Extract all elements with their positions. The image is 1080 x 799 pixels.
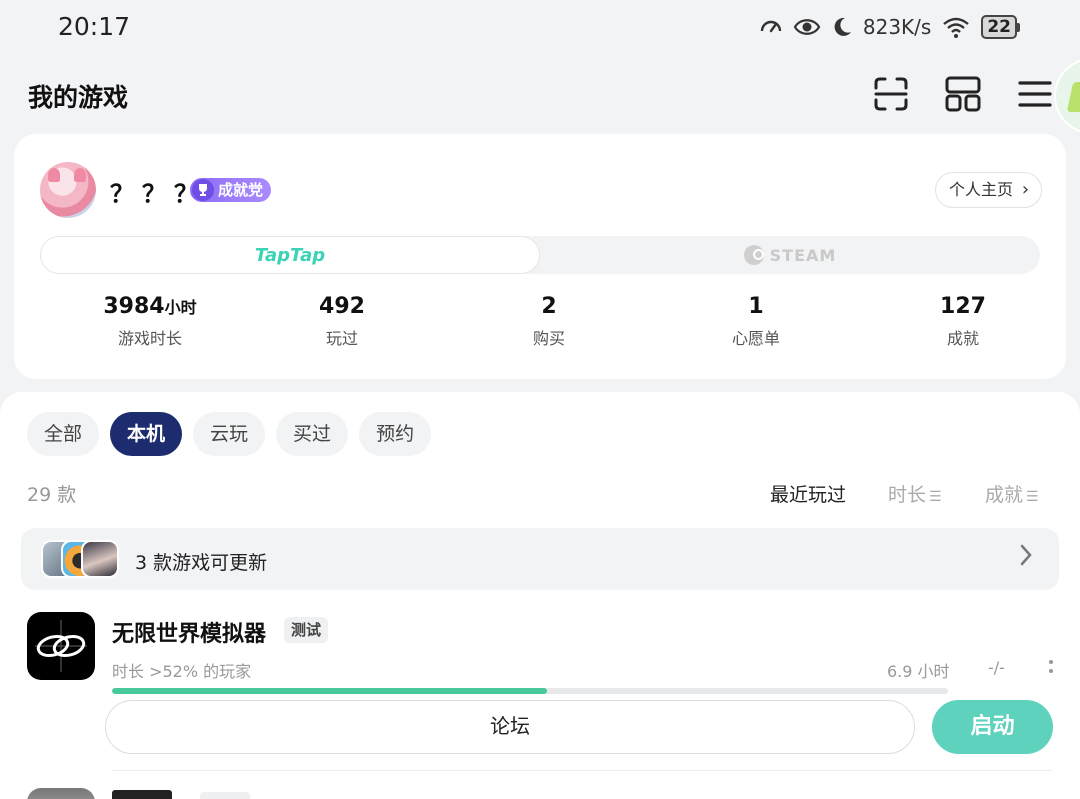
forum-button[interactable]: 论坛 — [105, 700, 915, 754]
taptap-logo: TapTap — [254, 244, 326, 266]
game-subtitle: 时长 >52% 的玩家 — [112, 662, 252, 681]
tab-steam[interactable]: STEAM — [540, 236, 1040, 274]
stat-purchased[interactable]: 2 购买 — [469, 294, 629, 349]
steam-logo: STEAM — [769, 245, 837, 265]
game-tag-partial — [200, 792, 250, 799]
homepage-button[interactable]: 个人主页 › — [935, 172, 1043, 208]
stat-label: 游戏时长 — [117, 329, 182, 348]
game-thumb — [81, 540, 119, 578]
floating-avatar[interactable] — [1054, 58, 1080, 134]
filter-reserved[interactable]: 预约 — [359, 412, 432, 456]
moon-icon — [831, 16, 853, 38]
stat-achievements[interactable]: 127 成就 — [883, 294, 1043, 349]
achievement-badge[interactable]: 成就党 — [190, 178, 272, 202]
stat-played[interactable]: 492 玩过 — [262, 294, 422, 349]
filter-cloud[interactable]: 云玩 — [193, 412, 266, 456]
game-title[interactable]: 无限世界模拟器 — [112, 616, 266, 648]
sort-recent[interactable]: 最近玩过 — [770, 480, 846, 507]
trophy-icon — [192, 179, 214, 201]
menu-button[interactable] — [1016, 74, 1054, 114]
profile-card: ？？？ 成就党 个人主页 › TapTap STEAM 3984小时 游戏时长 — [14, 134, 1066, 379]
chevron-right-icon: › — [1021, 179, 1030, 200]
chevron-right-icon — [1020, 544, 1032, 566]
badge-label: 成就党 — [218, 181, 264, 199]
speedometer-icon — [759, 15, 783, 39]
avatar[interactable] — [40, 162, 96, 218]
launch-button[interactable]: 启动 — [932, 700, 1053, 754]
stat-label: 玩过 — [325, 329, 358, 348]
battery-level: 22 — [981, 15, 1017, 39]
scan-button[interactable] — [872, 74, 910, 114]
sort-duration[interactable]: 时长 ☰ — [888, 480, 942, 507]
playtime-progress — [112, 688, 948, 694]
filter-local[interactable]: 本机 — [110, 412, 183, 456]
stat-playtime[interactable]: 3984小时 游戏时长 — [70, 294, 230, 349]
game-icon[interactable] — [27, 788, 95, 799]
update-text: 3 款游戏可更新 — [135, 552, 268, 574]
filter-all[interactable]: 全部 — [27, 412, 100, 456]
wifi-icon — [941, 15, 971, 39]
layout-icon — [945, 76, 981, 112]
stat-label: 成就 — [946, 329, 979, 348]
status-bar: 20:17 823K/s 22 — [0, 0, 1080, 56]
game-title-partial — [112, 790, 172, 799]
eye-icon — [793, 16, 821, 38]
status-icons: 823K/s 22 — [759, 12, 1020, 42]
game-tag: 测试 — [284, 617, 329, 643]
more-options-icon[interactable] — [1044, 660, 1058, 678]
sort-achievement[interactable]: 成就 ☰ — [985, 480, 1039, 507]
homepage-label: 个人主页 — [949, 180, 1014, 199]
header-actions — [872, 74, 1054, 114]
platform-toggle: TapTap STEAM — [40, 236, 1040, 274]
filter-bought[interactable]: 买过 — [276, 412, 349, 456]
game-list-panel: 全部 本机 云玩 买过 预约 29 款 最近玩过 时长 ☰ 成就 ☰ 3 款游戏可更… — [0, 392, 1080, 799]
tab-taptap[interactable]: TapTap — [40, 236, 540, 274]
menu-icon — [1018, 81, 1052, 107]
divider — [112, 770, 1052, 771]
game-achievements: -/- — [988, 658, 1005, 677]
scan-icon — [874, 77, 908, 111]
filter-tabs: 全部 本机 云玩 买过 预约 — [27, 412, 432, 456]
game-row: 无限世界模拟器 测试 时长 >52% 的玩家 6.9 小时 -/- 论坛 启动 — [0, 610, 1080, 770]
sort-options: 最近玩过 时长 ☰ 成就 ☰ — [770, 480, 1060, 507]
sort-icon: ☰ — [1026, 489, 1039, 505]
game-icon[interactable] — [27, 612, 95, 680]
stat-wishlist[interactable]: 1 心愿单 — [676, 294, 836, 349]
update-banner[interactable]: 3 款游戏可更新 — [21, 528, 1059, 590]
screen: 20:17 823K/s 22 我的游戏 ？？？ 成就党 个人主页 › TapT… — [0, 0, 1080, 799]
game-hours: 6.9 小时 — [887, 662, 950, 681]
sort-icon: ☰ — [929, 489, 942, 505]
page-title: 我的游戏 — [28, 83, 129, 112]
infinity-logo-icon — [35, 620, 87, 672]
stat-label: 心愿单 — [731, 329, 780, 348]
playtime-progress-fill — [112, 688, 547, 694]
update-game-icons — [41, 540, 121, 578]
layout-button[interactable] — [944, 74, 982, 114]
status-time: 20:17 — [58, 12, 131, 41]
stats-row: 3984小时 游戏时长 492 玩过 2 购买 1 心愿单 127 成就 — [14, 294, 1066, 354]
net-speed: 823K/s — [862, 15, 932, 39]
steam-icon — [743, 245, 764, 265]
game-count: 29 款 — [27, 484, 77, 506]
battery-icon: 22 — [981, 15, 1020, 39]
stat-label: 购买 — [532, 329, 565, 348]
